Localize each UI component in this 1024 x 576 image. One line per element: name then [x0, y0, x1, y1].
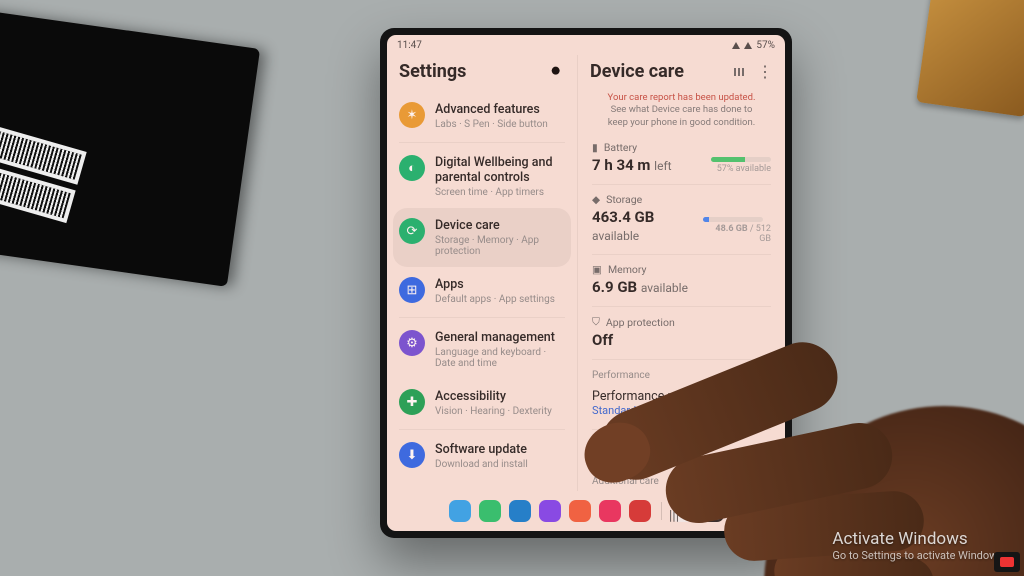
battery-text: 57% [756, 40, 775, 51]
settings-title: Settings [399, 61, 466, 82]
auto-optimisation-row[interactable]: Auto optimisation [578, 432, 785, 463]
device-care-title: Device care [590, 61, 684, 82]
dock-app-6[interactable] [599, 500, 621, 522]
search-icon[interactable] [549, 64, 565, 80]
dock-app-1[interactable] [449, 500, 471, 522]
additional-care-label: Additional care [578, 468, 785, 489]
product-box [0, 3, 260, 287]
apps-icon: ⊞ [399, 277, 425, 303]
dock-app-3[interactable] [509, 500, 531, 522]
accessibility-icon: ✚ [399, 389, 425, 415]
device-care-pane: Device care Your care report has been up… [578, 55, 785, 491]
clock: 11:47 [397, 40, 422, 51]
activate-windows-watermark: Activate Windows Go to Settings to activ… [832, 529, 1006, 562]
care-report-banner[interactable]: Your care report has been updated. See w… [578, 92, 785, 135]
wooden-prop [916, 0, 1024, 117]
barcode-stickers [0, 116, 88, 229]
battery-bar [711, 157, 771, 162]
storage-icon: ◆ [592, 193, 600, 206]
settings-row-advanced-features[interactable]: ✶ Advanced features Labs · S Pen · Side … [387, 92, 577, 140]
nav-recents[interactable]: ||| [665, 508, 683, 525]
corner-badge [994, 552, 1020, 572]
nav-back[interactable]: ‹ [753, 508, 771, 525]
star-icon: ✶ [399, 102, 425, 128]
settings-row-accessibility[interactable]: ✚ Accessibility Vision · Hearing · Dexte… [387, 379, 577, 427]
nav-bar: ||| ○ ‹ [665, 508, 771, 525]
dock-app-5[interactable] [569, 500, 591, 522]
battery-card[interactable]: ▮Battery 7 h 34 m left 57% available [578, 135, 785, 182]
chart-icon[interactable] [727, 64, 743, 80]
status-bar: 11:47 57% [387, 35, 785, 55]
device-care-icon: ⟳ [399, 218, 425, 244]
signal-icon [732, 42, 740, 49]
performance-profile-row[interactable]: Performance profile [578, 383, 785, 404]
dock-app-2[interactable] [479, 500, 501, 522]
shield-icon: ⛉ [592, 315, 600, 329]
settings-row-general[interactable]: ⚙ General management Language and keyboa… [387, 320, 577, 379]
status-icons: 57% [732, 40, 775, 51]
battery-icon: ▮ [592, 141, 598, 154]
settings-row-wellbeing[interactable]: ◐ Digital Wellbeing and parental control… [387, 145, 577, 208]
dock-app-4[interactable] [539, 500, 561, 522]
app-protection-card[interactable]: ⛉App protection Off [578, 309, 785, 357]
more-icon[interactable] [757, 64, 773, 80]
dock-app-7[interactable] [629, 500, 651, 522]
performance-profile-value: Standard [578, 404, 785, 427]
settings-pane: Settings ✶ Advanced features Labs · S Pe… [387, 55, 578, 491]
settings-row-software-update[interactable]: ⬇ Software update Download and install [387, 432, 577, 480]
settings-row-apps[interactable]: ⊞ Apps Default apps · App settings [387, 267, 577, 315]
performance-section-label: Performance [578, 362, 785, 383]
nav-home[interactable]: ○ [709, 508, 727, 525]
storage-bar [703, 217, 763, 222]
download-icon: ⬇ [399, 442, 425, 468]
wellbeing-icon: ◐ [399, 155, 425, 181]
settings-row-device-care[interactable]: ⟳ Device care Storage · Memory · App pro… [393, 208, 571, 267]
tablet-device: 11:47 57% Settings ✶ [380, 28, 792, 538]
memory-card[interactable]: ▣Memory 6.9 GB available [578, 257, 785, 304]
memory-icon: ▣ [592, 263, 602, 276]
storage-card[interactable]: ◆Storage 463.4 GB available 48.6 GB / 51… [578, 187, 785, 252]
general-icon: ⚙ [399, 330, 425, 356]
device-screen: 11:47 57% Settings ✶ [387, 35, 785, 531]
signal-icon-2 [744, 42, 752, 49]
